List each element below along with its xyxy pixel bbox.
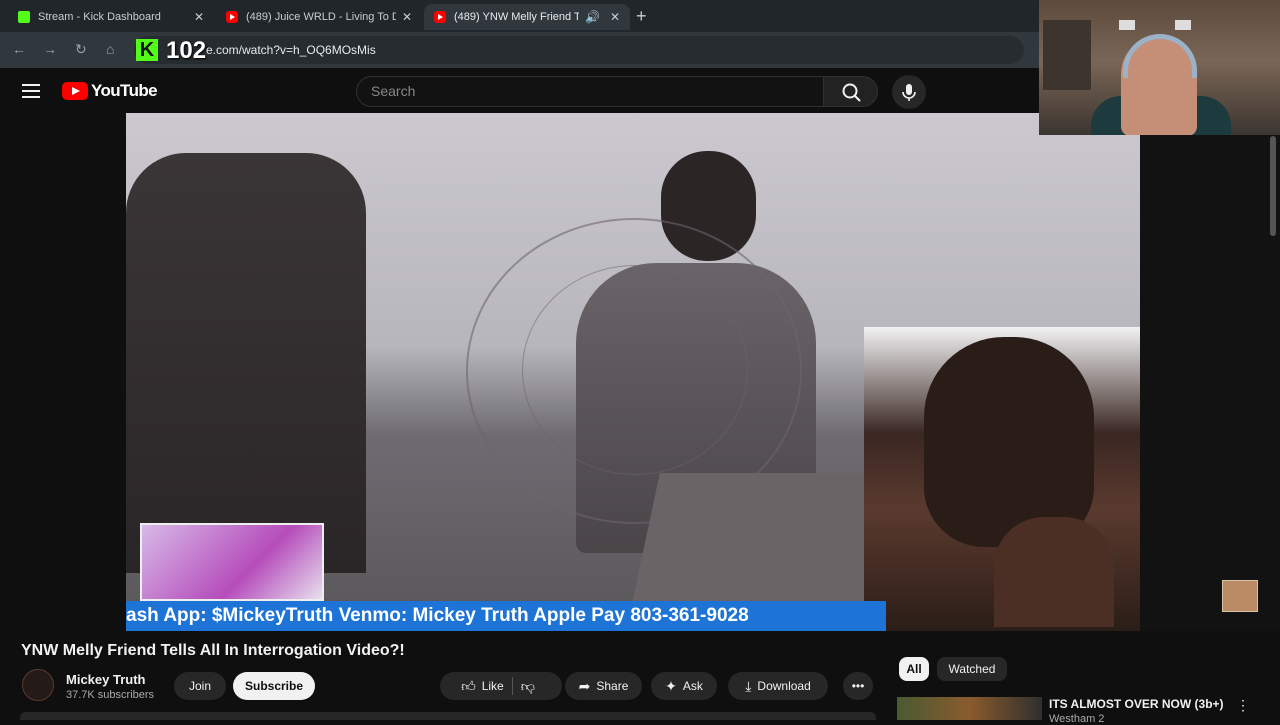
search-button[interactable] — [823, 76, 878, 107]
viewer-count-overlay: 102 — [166, 37, 207, 64]
reload-icon[interactable]: ↻ — [75, 41, 87, 58]
inset-hand — [994, 517, 1114, 627]
back-icon[interactable]: ← — [12, 41, 26, 57]
more-actions-button[interactable]: ••• — [843, 672, 873, 700]
ask-button[interactable]: ✦ Ask — [651, 672, 717, 700]
description-box[interactable] — [20, 712, 876, 720]
kick-icon — [18, 11, 30, 23]
share-button[interactable]: ➦ Share — [565, 672, 642, 700]
microphone-icon — [902, 84, 916, 101]
watermark-seal-inner — [522, 265, 748, 475]
inset-face — [924, 337, 1094, 547]
more-icon: ••• — [851, 679, 865, 693]
donation-ticker: ash App: $MickeyTruth Venmo: Mickey Trut… — [126, 601, 886, 631]
headset-icon — [1123, 34, 1197, 78]
video-side-area — [1140, 113, 1280, 631]
download-button[interactable]: ⤓ Download — [728, 672, 828, 700]
search-icon — [842, 83, 861, 102]
search-box[interactable] — [356, 76, 824, 107]
webcam-wall-sign — [1175, 20, 1191, 30]
webcam-door — [1043, 20, 1091, 90]
join-button[interactable]: Join — [174, 672, 226, 700]
kick-logo-icon: K — [136, 39, 158, 61]
queen-logo — [1222, 580, 1258, 612]
share-icon: ➦ — [578, 677, 591, 694]
download-label: Download — [757, 679, 811, 693]
tab-title: Stream - Kick Dashboard — [38, 11, 161, 23]
new-tab-icon[interactable]: + — [636, 6, 647, 27]
vertical-more-icon[interactable]: ⋮ — [1236, 697, 1250, 714]
ask-label: Ask — [682, 679, 703, 693]
tab-title: (489) YNW Melly Friend Tell — [454, 11, 579, 23]
video-title: YNW Melly Friend Tells All In Interrogat… — [21, 642, 405, 659]
subscriber-count: 37.7K subscribers — [66, 689, 155, 701]
recommended-video-channel[interactable]: Westham 2 — [1049, 713, 1104, 725]
like-button[interactable]: Like — [482, 679, 504, 693]
pip-thumbnail — [140, 523, 324, 601]
share-label: Share — [596, 679, 629, 693]
subscribe-button[interactable]: Subscribe — [233, 672, 315, 700]
inset-photo — [864, 327, 1140, 631]
download-icon: ⤓ — [745, 677, 752, 694]
thumbs-up-icon[interactable]: 👍︎ — [461, 678, 476, 695]
youtube-logo[interactable]: YouTube — [62, 81, 158, 101]
youtube-icon — [226, 11, 238, 23]
close-icon[interactable]: ✕ — [402, 10, 412, 24]
close-icon[interactable]: ✕ — [610, 10, 620, 24]
channel-name[interactable]: Mickey Truth — [66, 672, 145, 687]
sparkle-icon: ✦ — [665, 677, 677, 694]
browser-tab-strip: Stream - Kick Dashboard ✕ (489) Juice WR… — [0, 0, 1040, 32]
tab-title: (489) Juice WRLD - Living To Di — [246, 11, 396, 23]
streamer-webcam — [1039, 0, 1280, 135]
menu-icon[interactable] — [22, 84, 40, 98]
webcam-wall-sign — [1119, 20, 1135, 30]
tab-ynw-melly[interactable]: (489) YNW Melly Friend Tell 🔊 ✕ — [424, 4, 630, 30]
recommended-video-title[interactable]: ITS ALMOST OVER NOW (3b+) — [1049, 697, 1224, 711]
close-icon[interactable]: ✕ — [194, 10, 204, 24]
chip-watched[interactable]: Watched — [937, 657, 1007, 681]
channel-avatar[interactable] — [22, 669, 54, 701]
search-input[interactable] — [371, 83, 801, 99]
home-icon[interactable]: ⌂ — [106, 41, 114, 57]
voice-search-button[interactable] — [892, 75, 926, 109]
forward-icon[interactable]: → — [43, 41, 57, 57]
url-text: e.com/watch?v=h_OQ6MOsMis — [206, 43, 376, 57]
chip-all[interactable]: All — [899, 657, 929, 681]
youtube-icon — [434, 11, 446, 23]
video-figure-officer — [126, 153, 366, 573]
speaker-icon[interactable]: 🔊 — [585, 10, 600, 24]
address-bar[interactable]: e.com/watch?v=h_OQ6MOsMis — [134, 36, 1024, 64]
divider — [511, 677, 513, 695]
like-dislike-group: 👍︎ Like 👎︎ — [440, 672, 562, 700]
thumbs-down-icon[interactable]: 👎︎ — [521, 678, 535, 695]
youtube-play-icon — [62, 82, 88, 100]
recommended-video-thumbnail[interactable] — [897, 697, 1042, 720]
scrollbar-thumb[interactable] — [1270, 136, 1276, 236]
tab-juice-wrld[interactable]: (489) Juice WRLD - Living To Di ✕ — [216, 4, 422, 30]
video-player[interactable]: ash App: $MickeyTruth Venmo: Mickey Trut… — [126, 113, 1140, 631]
youtube-wordmark: YouTube — [91, 81, 158, 100]
tab-kick-dashboard[interactable]: Stream - Kick Dashboard ✕ — [8, 4, 214, 30]
